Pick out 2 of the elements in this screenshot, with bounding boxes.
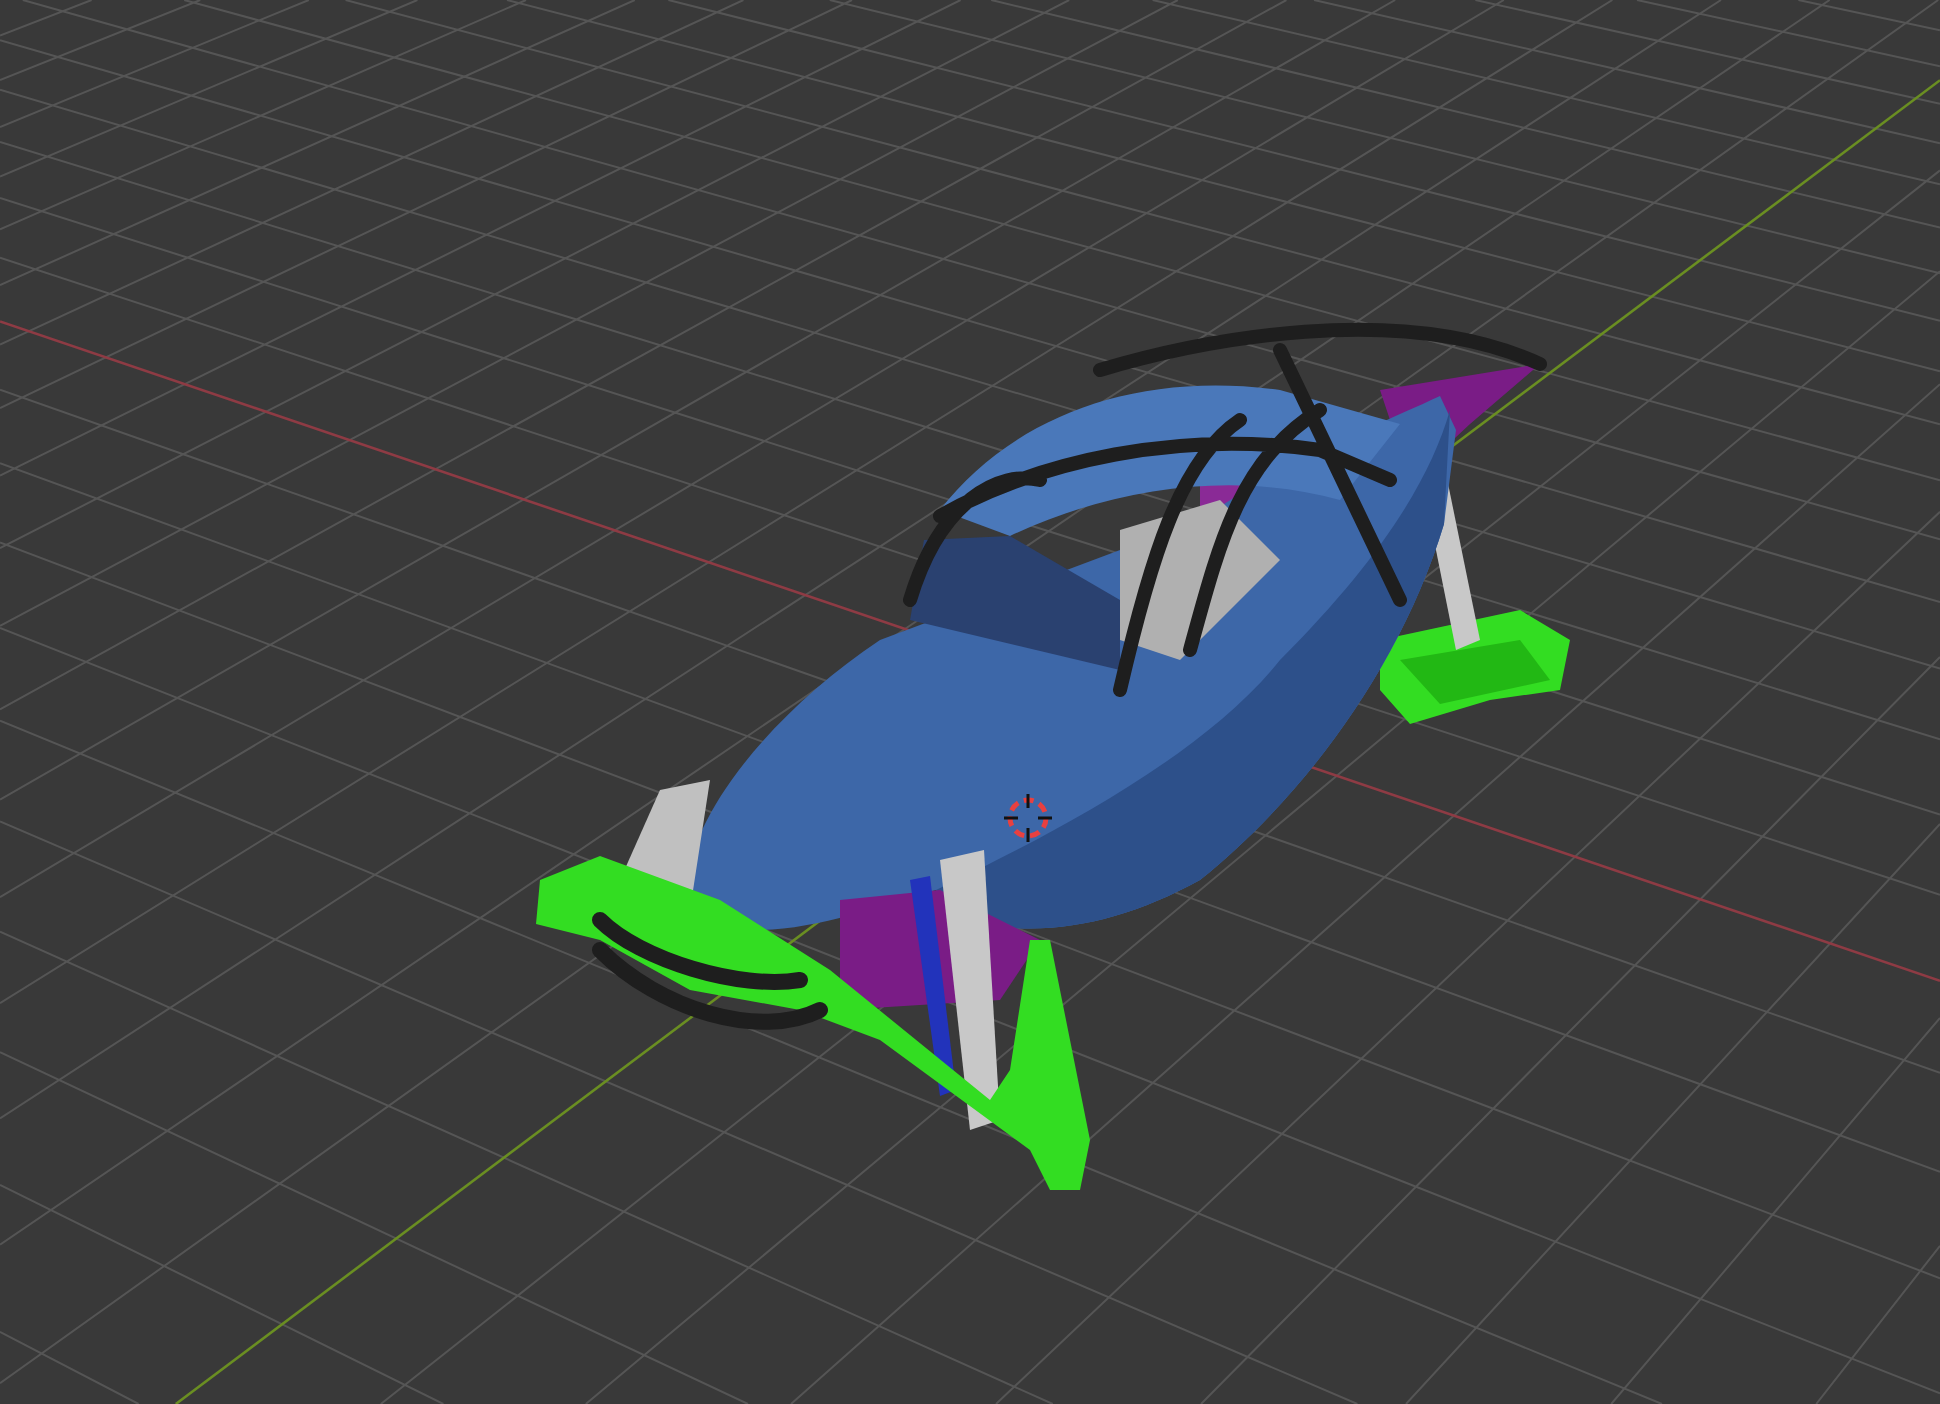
buggy-model-drawing[interactable] xyxy=(536,322,1570,1190)
3d-cursor-icon[interactable] xyxy=(1002,792,1054,844)
